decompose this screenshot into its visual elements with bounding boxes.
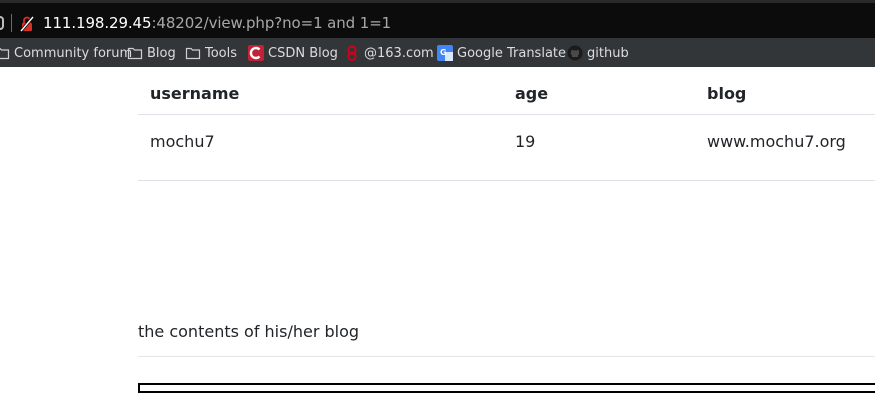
bookmark-github[interactable]: github [567,44,629,62]
bookmark-label: CSDN Blog [268,45,338,61]
bookmark-community-forum[interactable]: Community forum [0,44,132,62]
bookmark-label: @163.com [364,45,434,61]
header-age: age [515,84,549,103]
bookmark-label: Community forum [14,45,133,61]
header-username: username [150,84,240,103]
folder-icon [185,47,201,60]
bookmark-label: github [587,45,629,61]
blog-contents-text: the contents of his/her blog [138,322,360,341]
bookmarks-bar: Community forum Blog Tools CSDN Blog @16… [0,38,875,67]
folder-icon [127,47,143,60]
netease-icon [347,45,357,61]
address-bar: 111.198.29.45:48202/view.php?no=1 and 1=… [0,0,875,38]
cell-blog: www.mochu7.org [707,132,846,151]
table-header-row: username age blog [138,67,875,115]
svg-text:G: G [440,48,447,57]
cell-age: 19 [515,132,536,151]
address-divider [11,14,12,32]
bookmark-label: Blog [147,45,176,61]
bookmark-google-translate[interactable]: G Google Translate [437,44,566,62]
page-content: username age blog mochu7 19 www.mochu7.o… [0,67,875,414]
github-icon [567,45,583,61]
url-path: :48202/view.php?no=1 and 1=1 [151,14,392,32]
cell-username: mochu7 [150,132,215,151]
url-host: 111.198.29.45 [43,14,152,32]
bookmark-label: Tools [205,45,238,61]
blog-iframe[interactable] [138,383,875,393]
bookmark-blog[interactable]: Blog [127,44,176,62]
bookmark-163[interactable]: @163.com [344,44,434,62]
horizontal-rule [138,356,875,357]
url-field[interactable]: 111.198.29.45:48202/view.php?no=1 and 1=… [43,14,391,32]
bookmark-tools[interactable]: Tools [185,44,237,62]
csdn-icon [248,45,264,61]
table-row: mochu7 19 www.mochu7.org [138,115,875,181]
bookmark-csdn-blog[interactable]: CSDN Blog [248,44,338,62]
header-blog: blog [707,84,747,103]
bookmark-label: Google Translate [457,45,567,61]
google-translate-icon: G [437,45,453,61]
reload-icon[interactable] [0,16,4,30]
folder-icon [0,47,10,60]
not-secure-icon[interactable] [18,15,36,33]
